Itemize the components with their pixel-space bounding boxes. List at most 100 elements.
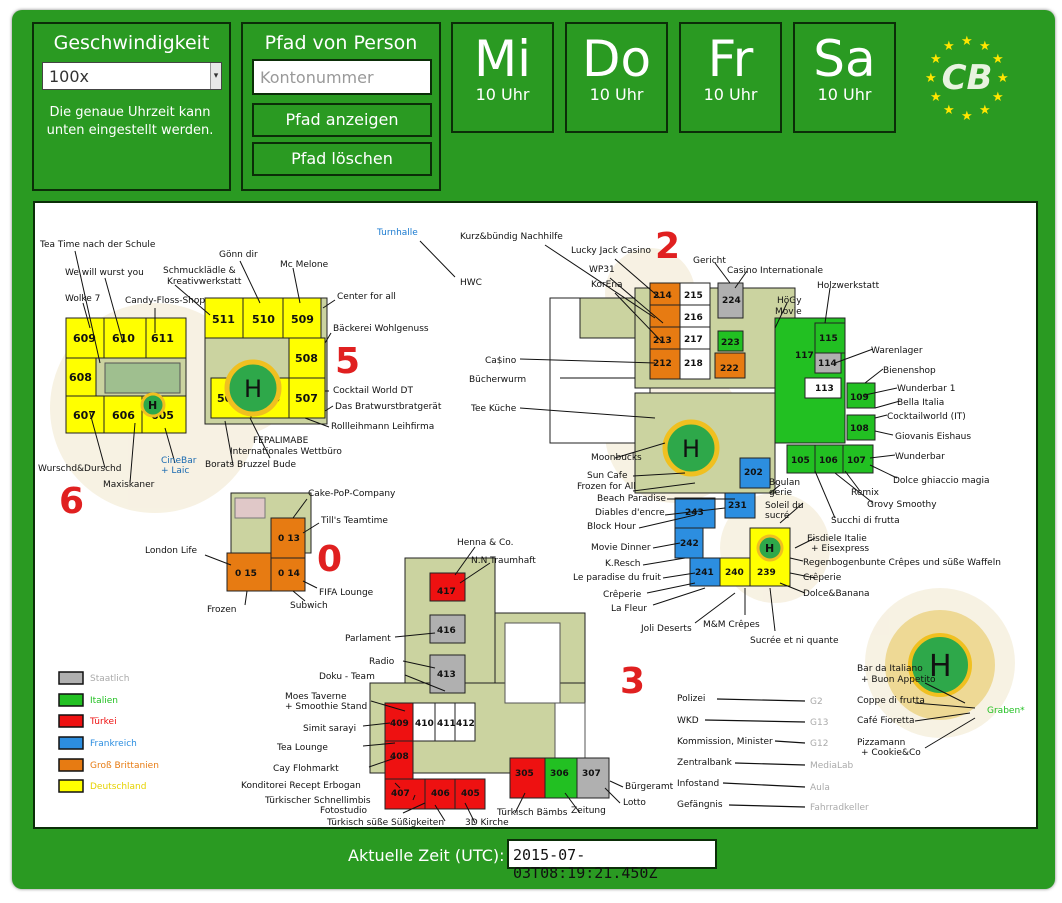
shop-label: Regenbogenbunte Crêpes und süße Waffeln (803, 557, 1001, 568)
shop-label: 3D Kirche (465, 818, 509, 827)
room-label: 0 13 (278, 534, 300, 544)
room-label: 239 (757, 568, 776, 578)
shop-label: Wunderbar (895, 452, 945, 462)
campus-map[interactable]: 609 610 611 608 607 606 605 H 6 511 510 … (33, 201, 1038, 829)
room-label: 217 (684, 335, 703, 345)
shop-label: Le paradise du fruit (573, 573, 661, 583)
day-name: Sa (813, 30, 876, 88)
shop-label: Cocktail World DT (333, 386, 413, 396)
room-label: 224 (722, 296, 741, 306)
shop-label: FIFA Lounge (319, 588, 374, 598)
service-place: G13 (810, 718, 828, 728)
shop-label: Bienenshop (883, 366, 936, 376)
shop-label: Crêperie (603, 589, 642, 600)
shop-label: Borats Bruzzel Bude (205, 460, 296, 470)
service-place: Aula (810, 783, 830, 793)
shop-label: + Cookie&Co (861, 748, 921, 758)
svg-text:★: ★ (992, 52, 1004, 67)
zone-3-building: 417 409 408 407 406 405 305 416 413 307 … (369, 557, 610, 810)
day-sat-button[interactable]: Sa 10 Uhr (793, 22, 896, 133)
room-label: 306 (550, 769, 569, 779)
shop-label: Gönn dir (219, 250, 258, 260)
shop-label: Frozen for All (577, 482, 636, 492)
day-wed-button[interactable]: Mi 10 Uhr (451, 22, 554, 133)
speed-panel: Geschwindigkeit 100x ▾ Die genaue Uhrzei… (32, 22, 231, 191)
room-label: 202 (744, 468, 763, 478)
current-time-label: Aktuelle Zeit (UTC): (348, 846, 505, 865)
legend-swatch (58, 714, 84, 728)
speed-hint: Die genaue Uhrzeit kann unten eingestell… (46, 105, 214, 138)
room-label: 0 15 (235, 569, 257, 579)
show-path-button[interactable]: Pfad anzeigen (252, 103, 432, 137)
room-label: 114 (818, 359, 837, 369)
chevron-down-icon[interactable]: ▾ (210, 63, 221, 89)
shop-label: FEPALIMABE (253, 436, 309, 446)
shop-label: KorEna (591, 280, 623, 290)
shop-label: Giovanis Eishaus (895, 432, 971, 442)
room-label: 115 (819, 334, 838, 344)
speed-value: 100x (49, 67, 90, 86)
app-window: Geschwindigkeit 100x ▾ Die genaue Uhrzei… (12, 10, 1055, 889)
shop-label: Till's Teamtime (320, 516, 388, 526)
shop-label: Bar da Italiano (857, 664, 923, 674)
day-name: Mi (473, 30, 532, 88)
legend-swatch (58, 779, 84, 793)
day-thu-button[interactable]: Do 10 Uhr (565, 22, 668, 133)
shop-label: Holzwerkstatt (817, 281, 880, 291)
shop-label: Dolce&Banana (803, 589, 870, 599)
shop-label: Bäckerei Wohlgenuss (333, 324, 429, 334)
shop-label: Sucrée et ni quante (750, 635, 839, 646)
service-name: Zentralbank (677, 758, 733, 768)
svg-text:★: ★ (979, 103, 991, 118)
service-name: Infostand (677, 779, 719, 789)
legend-label: Groß Brittanien (90, 761, 159, 771)
room-label: 508 (295, 352, 318, 365)
h-label: H (148, 399, 157, 412)
shop-label: Moonbucks (591, 453, 642, 463)
room-label: 410 (415, 719, 434, 729)
room-label: 417 (437, 587, 456, 597)
zone-6-building: 609 610 611 608 607 606 605 H (65, 317, 187, 434)
shop-label: Moes Taverne (285, 692, 347, 702)
shop-label: Warenlager (871, 346, 923, 356)
shop-label: We will wurst you (65, 268, 144, 278)
account-number-input[interactable]: Kontonummer (252, 59, 432, 95)
map-svg[interactable]: 609 610 611 608 607 606 605 H 6 511 510 … (35, 203, 1036, 827)
shop-label: Block Hour (587, 522, 636, 532)
room-label: 305 (515, 769, 534, 779)
services-list: Polizei G2 WKD G13 Kommission, Minister … (677, 694, 869, 813)
legend-label: Italien (90, 696, 118, 706)
day-time: 10 Uhr (817, 85, 872, 104)
shop-label: Doku - Team (319, 672, 375, 682)
shop-label: N.N Traumhaft (471, 556, 536, 566)
legend-swatch (58, 671, 84, 685)
room-label: 107 (847, 456, 866, 466)
shop-label: HöGy (777, 296, 802, 306)
room-label: 509 (291, 313, 314, 326)
current-time-input[interactable]: 2015-07-03T08:19:21.450Z (507, 839, 717, 882)
shop-label: Tea Time nach der Schule (39, 240, 156, 250)
room-label: 608 (69, 371, 92, 384)
zone-0-label: 0 (317, 539, 342, 580)
speed-select[interactable]: 100x ▾ (42, 62, 222, 90)
zone-3-label: 3 (620, 661, 645, 702)
room-label: 218 (684, 359, 703, 369)
svg-text:★: ★ (943, 103, 955, 118)
day-fri-button[interactable]: Fr 10 Uhr (679, 22, 782, 133)
shop-label: Fotostudio (320, 806, 368, 816)
room-label: 240 (725, 568, 744, 578)
shop-label: La Fleur (611, 604, 647, 614)
shop-label: Eisdiele Italie (807, 534, 867, 544)
room-label: 105 (791, 456, 810, 466)
shop-label: Schmucklädle & (163, 266, 236, 276)
room-label: 213 (653, 336, 672, 346)
shop-label: Grovy Smoothy (867, 500, 937, 510)
shop-label: Henna & Co. (457, 538, 513, 548)
shop-label: Wolke 7 (65, 294, 100, 304)
shop-label: Mc Melone (280, 260, 329, 270)
delete-path-button[interactable]: Pfad löschen (252, 142, 432, 176)
service-place: G12 (810, 739, 828, 749)
shop-label: Kurz&bündig Nachhilfe (460, 232, 563, 242)
room-label: 106 (819, 456, 838, 466)
room-label: 611 (151, 332, 174, 345)
